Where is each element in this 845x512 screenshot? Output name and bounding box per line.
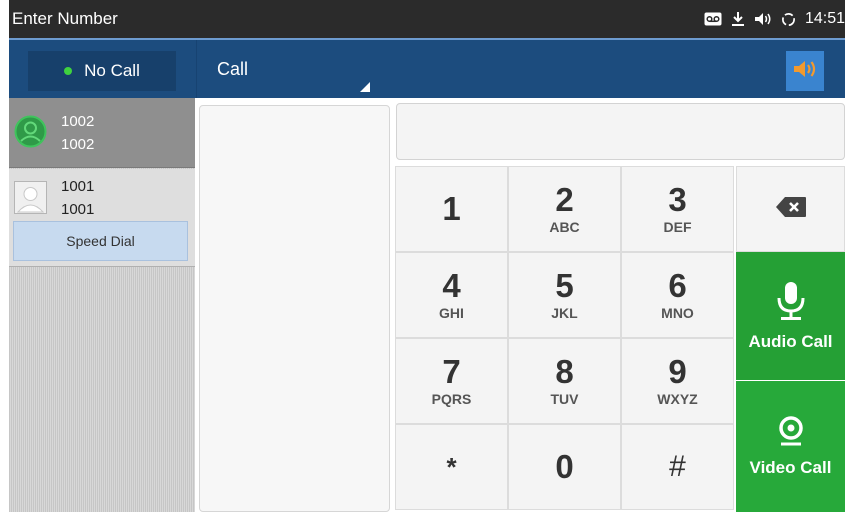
contact-name: 1002 xyxy=(61,113,95,130)
speaker-icon xyxy=(792,58,818,85)
call-log-panel xyxy=(199,105,390,512)
key-5[interactable]: 5 JKL xyxy=(508,252,621,338)
contact-avatar-icon xyxy=(14,181,47,214)
clock-time: 14:51 xyxy=(804,10,845,27)
key-letters: MNO xyxy=(661,305,694,321)
speed-dial-button[interactable]: Speed Dial xyxy=(13,221,188,261)
audio-call-label: Audio Call xyxy=(748,331,833,351)
video-call-button[interactable]: Video Call xyxy=(736,381,845,512)
contact-item[interactable]: 1002 1002 xyxy=(9,98,195,168)
key-8[interactable]: 8 TUV xyxy=(508,338,621,424)
speaker-button[interactable] xyxy=(786,51,824,91)
voicemail-icon xyxy=(704,12,722,26)
download-icon xyxy=(731,11,745,27)
call-status-label: No Call xyxy=(84,61,140,80)
key-3[interactable]: 3 DEF xyxy=(621,166,734,252)
key-digit: 4 xyxy=(442,267,461,304)
status-icons: 14:51 xyxy=(704,0,845,38)
call-status-button[interactable]: No Call xyxy=(28,51,176,91)
key-digit: 9 xyxy=(668,353,687,390)
key-digit: 7 xyxy=(442,353,461,390)
key-digit: 1 xyxy=(442,190,461,227)
contact-item[interactable]: 1001 1001 Speed Dial xyxy=(9,169,195,267)
dropdown-triangle-icon xyxy=(360,82,370,92)
backspace-icon xyxy=(775,196,807,223)
screen-title: Enter Number xyxy=(12,9,118,28)
contact-list: 1002 1002 1001 1001 Speed Dial xyxy=(9,98,195,512)
backspace-button[interactable] xyxy=(736,166,845,252)
key-digit: * xyxy=(446,452,457,482)
key-letters: TUV xyxy=(550,391,579,407)
key-letters: PQRS xyxy=(431,391,472,407)
dial-number-input[interactable] xyxy=(396,103,845,160)
key-letters: ABC xyxy=(549,219,580,235)
status-bar: Enter Number 14:51 xyxy=(9,0,845,38)
key-2[interactable]: 2 ABC xyxy=(508,166,621,252)
key-digit: 2 xyxy=(555,181,574,218)
key-9[interactable]: 9 WXYZ xyxy=(621,338,734,424)
audio-call-button[interactable]: Audio Call xyxy=(736,252,845,380)
volume-icon xyxy=(754,12,772,26)
key-star[interactable]: * xyxy=(395,424,508,510)
contact-avatar-icon xyxy=(14,115,47,148)
key-hash[interactable]: # xyxy=(621,424,734,510)
key-letters: GHI xyxy=(439,305,464,321)
dialer-screen: Enter Number 14:51 No Call Call 1002 100… xyxy=(9,0,845,512)
microphone-icon xyxy=(774,281,808,326)
contact-name: 1001 xyxy=(61,178,95,195)
key-digit: 3 xyxy=(668,181,687,218)
key-letters: DEF xyxy=(663,219,692,235)
call-mode-label: Call xyxy=(217,59,249,79)
key-letters: WXYZ xyxy=(657,391,698,407)
key-digit: 8 xyxy=(555,353,574,390)
key-1[interactable]: 1 xyxy=(395,166,508,252)
header-divider xyxy=(196,40,197,98)
call-header: No Call Call xyxy=(9,38,845,98)
sync-icon xyxy=(781,12,796,27)
key-6[interactable]: 6 MNO xyxy=(621,252,734,338)
key-digit: # xyxy=(669,450,686,483)
contact-number: 1002 xyxy=(61,136,95,153)
contact-number: 1001 xyxy=(61,201,95,218)
key-4[interactable]: 4 GHI xyxy=(395,252,508,338)
dial-keypad: 1 2 ABC 3 DEF 4 GHI 5 JKL 6 MNO 7 PQRS 8… xyxy=(395,166,736,512)
key-digit: 5 xyxy=(555,267,574,304)
key-digit: 6 xyxy=(668,267,687,304)
video-call-label: Video Call xyxy=(749,458,832,477)
status-dot-icon xyxy=(64,67,73,75)
key-letters: JKL xyxy=(551,305,578,321)
key-7[interactable]: 7 PQRS xyxy=(395,338,508,424)
key-digit: 0 xyxy=(555,448,574,485)
camera-icon xyxy=(775,415,807,452)
key-0[interactable]: 0 xyxy=(508,424,621,510)
call-mode-select[interactable]: Call xyxy=(217,40,375,98)
